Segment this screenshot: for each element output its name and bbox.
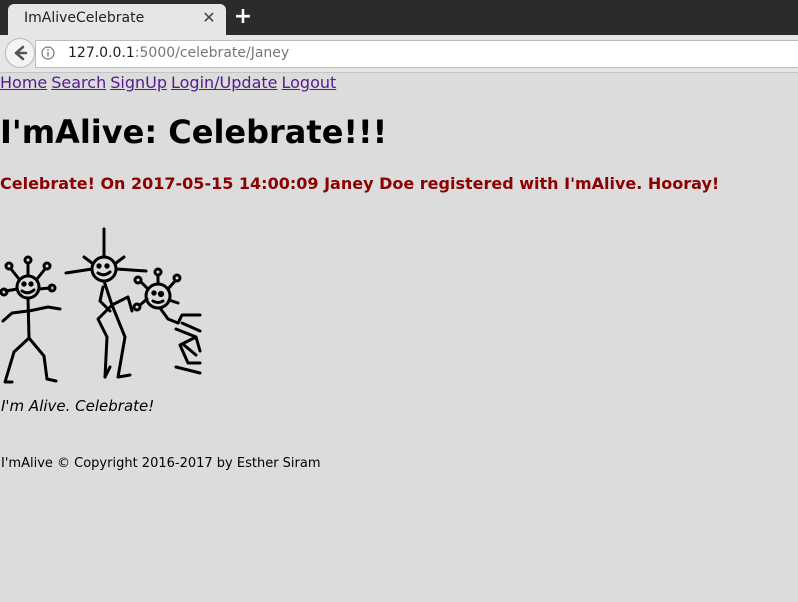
footer-copyright: I'mAlive © Copyright 2016-2017 by Esther… [1,456,321,471]
url-host: 127.0.0.1 [68,45,135,61]
back-button[interactable] [5,38,35,68]
navigation-bar: 127.0.0.1:5000/celebrate/Janey [0,35,798,73]
page-title: I'mAlive: Celebrate!!! [0,113,388,151]
url-text: 127.0.0.1:5000/celebrate/Janey [68,45,289,61]
nav-link-search[interactable]: Search [51,73,106,92]
site-menu: Home Search SignUp Login/Update Logout [0,73,340,92]
back-arrow-icon [14,45,28,61]
tab-strip: ImAliveCelebrate ✕ + [0,0,798,35]
nav-link-login-update[interactable]: Login/Update [171,73,278,92]
info-icon[interactable] [41,46,55,60]
tab-title: ImAliveCelebrate [24,10,145,26]
nav-link-signup[interactable]: SignUp [110,73,167,92]
celebration-message: Celebrate! On 2017-05-15 14:00:09 Janey … [0,174,720,193]
image-caption: I'm Alive. Celebrate! [1,397,155,415]
plus-icon[interactable]: + [232,5,254,29]
nav-link-home[interactable]: Home [0,73,47,92]
page-content: Home Search SignUp Login/Update Logout I'mAl… [0,73,798,602]
address-bar[interactable]: 127.0.0.1:5000/celebrate/Janey [35,40,798,68]
url-path: :5000/celebrate/Janey [134,45,290,61]
browser-tab[interactable]: ImAliveCelebrate ✕ [8,4,226,35]
dancing-stick-figures-image [0,227,202,384]
nav-link-logout[interactable]: Logout [281,73,336,92]
close-icon[interactable]: ✕ [200,9,218,27]
